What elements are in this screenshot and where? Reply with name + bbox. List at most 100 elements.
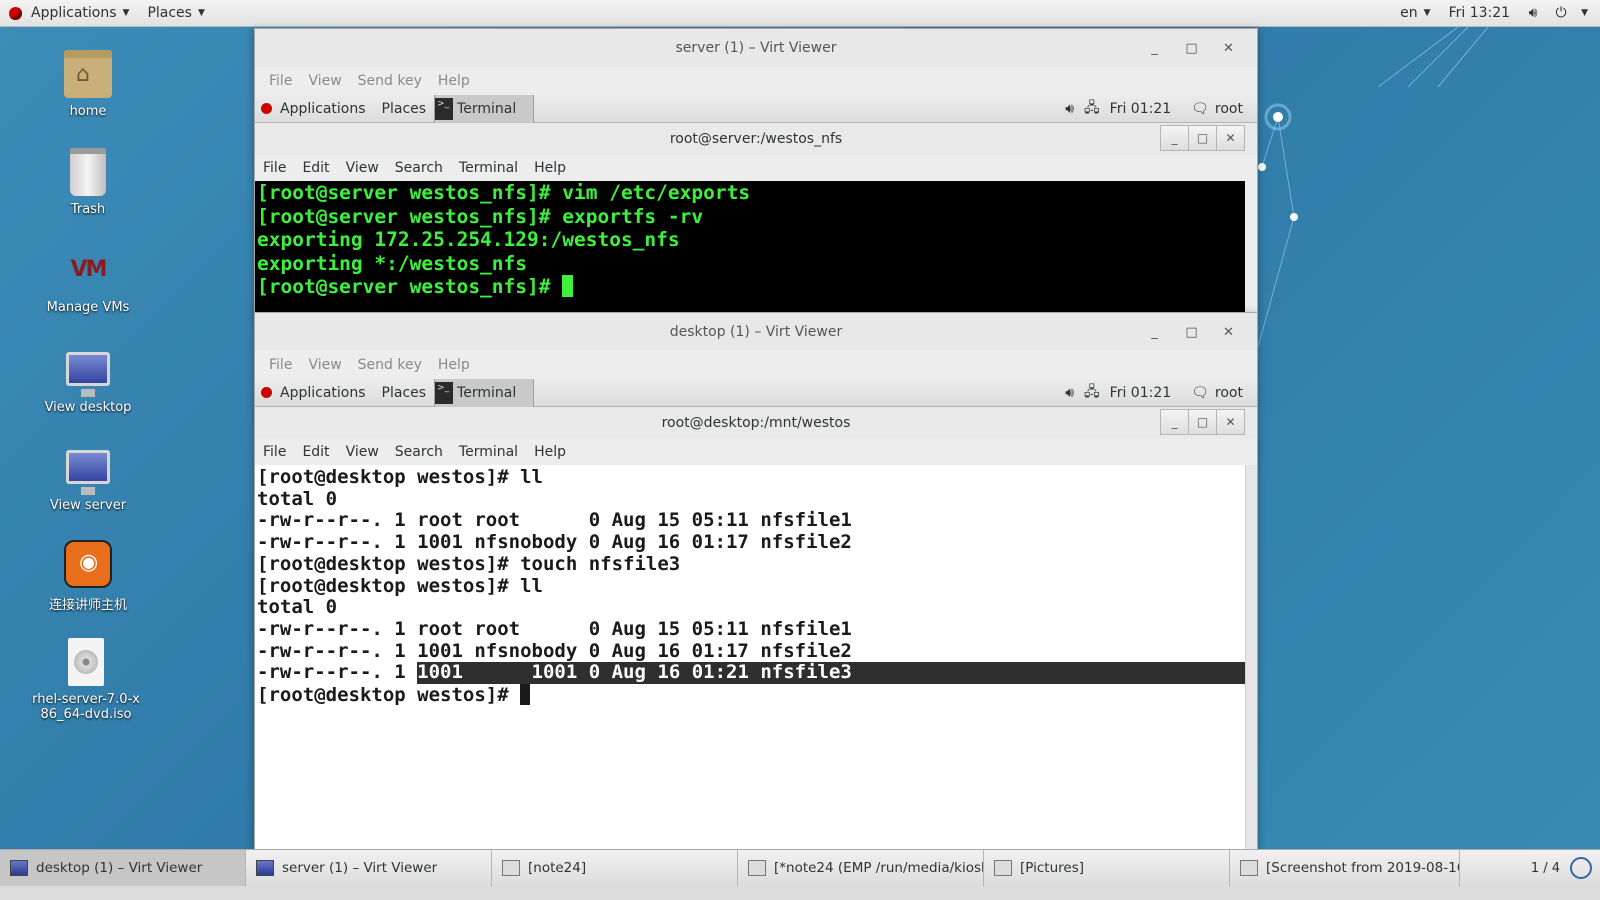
guest-applications-menu[interactable]: Applications: [272, 95, 374, 123]
guest-places-menu[interactable]: Places: [374, 95, 435, 123]
terminal-scrollbar[interactable]: [1245, 465, 1257, 850]
guest-user-menu[interactable]: root: [1215, 101, 1243, 117]
close-button[interactable]: ✕: [1216, 409, 1245, 435]
guest-places-menu[interactable]: Places: [374, 379, 435, 407]
desktop-terminal-output[interactable]: [root@desktop westos]# ll total 0 -rw-r--r…: [255, 465, 1245, 850]
terminal-line: exporting 172.25.254.129:/westos_nfs: [257, 228, 680, 252]
taskbar-item-server-viewer[interactable]: server (1) – Virt Viewer: [246, 850, 492, 886]
menu-edit[interactable]: Edit: [294, 444, 337, 460]
minimize-button[interactable]: _: [1136, 41, 1173, 56]
virt-manager-icon: VM: [70, 257, 108, 282]
volume-icon[interactable]: 🔊︎: [1065, 101, 1074, 117]
window-titlebar[interactable]: server (1) – Virt Viewer _ □ ✕: [255, 29, 1257, 67]
menu-send-key[interactable]: Send key: [350, 73, 430, 89]
menu-view[interactable]: View: [300, 73, 349, 89]
menu-view[interactable]: View: [338, 160, 387, 176]
taskbar-item-note24-editor[interactable]: [*note24 (EMP /run/media/kiosk...: [738, 850, 984, 886]
user-icon[interactable]: 🗨: [1191, 385, 1209, 401]
maximize-button[interactable]: □: [1173, 325, 1210, 340]
terminal-line: -rw-r--r--. 1 1001 nfsnobody 0 Aug 16 01…: [257, 531, 852, 554]
terminal-selection: 1001 1001 0 Aug 16 01:21 nfsfile3: [417, 662, 1245, 685]
desktop-icon-view-desktop[interactable]: View desktop: [28, 344, 148, 415]
terminal-titlebar[interactable]: root@server:/westos_nfs _ □ ✕: [255, 123, 1257, 155]
network-icon[interactable]: 🖧: [1084, 381, 1100, 405]
bottom-strip: [0, 886, 1600, 900]
clock[interactable]: Fri 13:21: [1440, 0, 1519, 27]
desktop-icon-home[interactable]: home: [28, 50, 148, 119]
applications-menu[interactable]: Applications ▼: [0, 0, 138, 27]
power-icon[interactable]: ⏻: [1552, 5, 1570, 21]
redhat-logo-icon: [9, 6, 22, 20]
terminal-prompt: [root@desktop westos]#: [257, 684, 521, 707]
menu-edit[interactable]: Edit: [294, 160, 337, 176]
close-button[interactable]: ✕: [1210, 41, 1247, 56]
desktop-icon-view-server[interactable]: View server: [28, 442, 148, 513]
volume-icon[interactable]: 🔊︎: [1524, 5, 1542, 21]
guest-applications-menu[interactable]: Applications: [272, 379, 374, 407]
guest-task-label: Terminal: [457, 100, 517, 117]
taskbar-item-desktop-viewer[interactable]: desktop (1) – Virt Viewer: [0, 850, 246, 886]
guest-top-panel: Applications Places >_ Terminal 🔊︎ 🖧 Fri…: [255, 378, 1257, 407]
chevron-down-icon[interactable]: ▼: [1581, 8, 1588, 18]
volume-icon[interactable]: 🔊︎: [1065, 385, 1074, 401]
places-menu-label: Places: [147, 5, 192, 21]
user-icon[interactable]: 🗨: [1191, 101, 1209, 117]
guest-clock[interactable]: Fri 01:21: [1110, 101, 1171, 117]
menu-view[interactable]: View: [338, 444, 387, 460]
taskbar-item-label: server (1) – Virt Viewer: [282, 860, 438, 876]
maximize-button[interactable]: □: [1173, 41, 1210, 56]
menu-file[interactable]: File: [261, 73, 300, 89]
menu-help[interactable]: Help: [526, 160, 574, 176]
workspace-switcher[interactable]: 1 / 4: [1531, 850, 1600, 886]
close-button[interactable]: ✕: [1216, 125, 1245, 151]
guest-task-terminal[interactable]: >_ Terminal: [434, 378, 535, 407]
menu-file[interactable]: File: [261, 357, 300, 373]
menu-view[interactable]: View: [300, 357, 349, 373]
input-language-indicator[interactable]: en ▼: [1391, 0, 1439, 27]
menu-search[interactable]: Search: [387, 160, 451, 176]
terminal-titlebar[interactable]: root@desktop:/mnt/westos _ □ ✕: [255, 407, 1257, 439]
menu-terminal[interactable]: Terminal: [451, 444, 526, 460]
places-menu[interactable]: Places ▼: [138, 0, 213, 27]
terminal-line: [root@server westos_nfs]# vim /etc/expor…: [257, 181, 751, 204]
server-terminal-output[interactable]: [root@server westos_nfs]# vim /etc/expor…: [255, 181, 1245, 314]
terminal-title: root@desktop:/mnt/westos: [661, 415, 851, 431]
taskbar-item-label: [Pictures]: [1020, 860, 1084, 876]
minimize-button[interactable]: _: [1160, 125, 1189, 151]
window-titlebar[interactable]: desktop (1) – Virt Viewer _ □ ✕: [255, 313, 1257, 351]
guest-task-terminal[interactable]: >_ Terminal: [434, 94, 535, 123]
workspace-icon: [1570, 857, 1592, 879]
menu-help[interactable]: Help: [430, 73, 478, 89]
menu-file[interactable]: File: [255, 444, 294, 460]
guest-user-menu[interactable]: root: [1215, 385, 1243, 401]
menu-search[interactable]: Search: [387, 444, 451, 460]
terminal-prompt-line: [root@server westos_nfs]#: [257, 275, 1245, 299]
maximize-button[interactable]: □: [1188, 409, 1217, 435]
menu-send-key[interactable]: Send key: [350, 357, 430, 373]
maximize-button[interactable]: □: [1188, 125, 1217, 151]
desktop-icon-teacher-host[interactable]: 连接讲师主机: [28, 540, 148, 613]
desktop-icon-label: Trash: [70, 202, 106, 217]
menu-help[interactable]: Help: [430, 357, 478, 373]
desktop-icon-manage-vms[interactable]: VM Manage VMs: [28, 246, 148, 315]
desktop-icon-label: Manage VMs: [46, 300, 130, 315]
menu-help[interactable]: Help: [526, 444, 574, 460]
terminal-line: -rw-r--r--. 1 root root 0 Aug 15 05:11 n…: [257, 509, 852, 532]
menu-terminal[interactable]: Terminal: [451, 160, 526, 176]
taskbar-item-note24[interactable]: [note24]: [492, 850, 738, 886]
terminal-line: [root@desktop westos]# touch nfsfile3: [257, 552, 681, 575]
taskbar-item-pictures[interactable]: [Pictures]: [984, 850, 1230, 886]
guest-clock[interactable]: Fri 01:21: [1110, 385, 1171, 401]
desktop-icon-iso[interactable]: rhel-server-7.0-x86_64-dvd.iso: [28, 638, 144, 722]
taskbar-item-screenshot[interactable]: [Screenshot from 2019-08-16...: [1230, 850, 1460, 886]
minimize-button[interactable]: _: [1160, 409, 1189, 435]
minimize-button[interactable]: _: [1136, 325, 1173, 340]
close-button[interactable]: ✕: [1210, 325, 1247, 340]
terminal-cursor: [562, 275, 574, 298]
menu-file[interactable]: File: [255, 160, 294, 176]
terminal-line: -rw-r--r--. 1 root root 0 Aug 15 05:11 n…: [257, 617, 852, 640]
network-icon[interactable]: 🖧: [1084, 97, 1100, 121]
desktop-icon-trash[interactable]: Trash: [28, 148, 148, 217]
window-icon: [502, 860, 520, 876]
wallpaper-decoration: [1258, 27, 1489, 348]
